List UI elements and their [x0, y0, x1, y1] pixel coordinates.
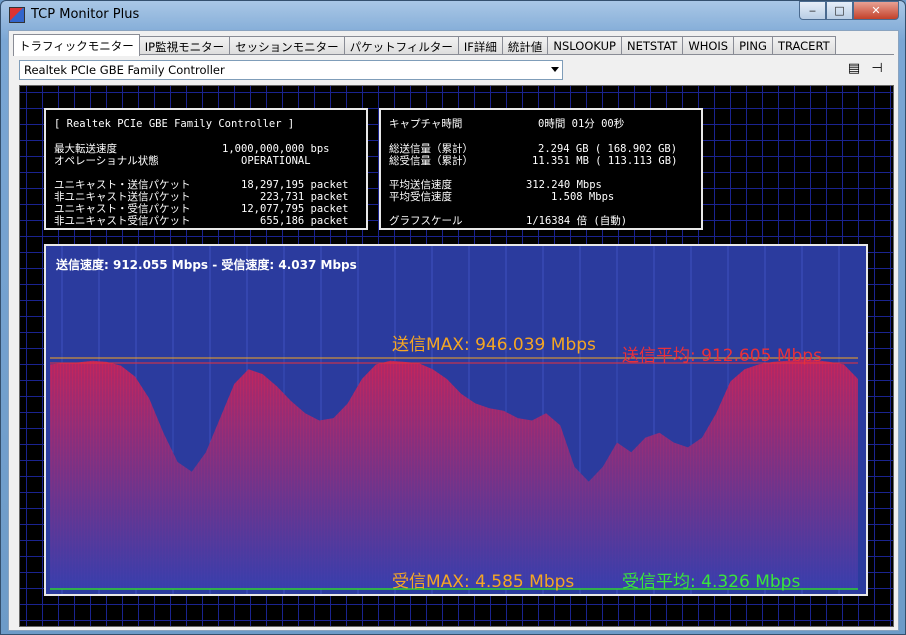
total-send-label: 総送信量（累計）	[389, 143, 473, 155]
tab-packet-filter[interactable]: パケットフィルター	[343, 36, 459, 55]
op-state-label: オペレーショナル状態	[54, 155, 159, 167]
avg-send-label: 平均送信速度	[389, 179, 452, 191]
chevron-down-icon[interactable]	[551, 67, 559, 72]
max-speed-label: 最大転送速度	[54, 143, 117, 155]
adapter-select[interactable]: Realtek PCIe GBE Family Controller	[19, 60, 563, 80]
recv-avg-label: 受信平均: 4.326 Mbps	[622, 572, 801, 592]
unicast-send-label: ユニキャスト・送信パケット	[54, 179, 191, 191]
max-speed-value: 1,000,000,000 bps	[222, 143, 330, 155]
traffic-graph: 送信速度: 912.055 Mbps - 受信速度: 4.037 Mbps 送信…	[44, 244, 868, 596]
maximize-button[interactable]: □	[826, 1, 853, 20]
tab-whois[interactable]: WHOIS	[682, 36, 735, 55]
capture-time-value: 0時間 01分 00秒	[538, 118, 625, 130]
non-unicast-send-label: 非ユニキャスト送信パケット	[54, 191, 191, 203]
tab-tracert[interactable]: TRACERT	[771, 36, 836, 55]
adapter-info-header: [ Realtek PCIe GBE Family Controller ]	[54, 118, 295, 130]
non-unicast-recv-label: 非ユニキャスト受信パケット	[54, 215, 191, 227]
total-recv-value: 11.351 MB ( 113.113 GB)	[532, 155, 678, 167]
non-unicast-send-value: 223,731 packet	[260, 191, 349, 203]
unicast-send-value: 18,297,195 packet	[241, 179, 349, 191]
total-send-value: 2.294 GB ( 168.902 GB)	[538, 143, 678, 155]
tab-statistics[interactable]: 統計値	[501, 36, 549, 55]
unicast-recv-value: 12,077,795 packet	[241, 203, 349, 215]
graph-scale-label: グラフスケール	[389, 215, 463, 227]
non-unicast-recv-value: 655,186 packet	[260, 215, 349, 227]
tab-ping[interactable]: PING	[733, 36, 773, 55]
app-icon	[9, 7, 25, 23]
graph-scale-value: 1/16384 倍 (自動)	[526, 215, 628, 227]
tab-netstat[interactable]: NETSTAT	[621, 36, 684, 55]
capture-info-box: キャプチャ時間 0時間 01分 00秒 総送信量（累計） 2.294 GB ( …	[379, 108, 703, 230]
tab-traffic-monitor[interactable]: トラフィックモニター	[13, 34, 140, 56]
avg-recv-value: 1.508 Mbps	[551, 191, 615, 203]
tab-divider	[13, 54, 894, 55]
list-icon[interactable]: ▤	[846, 62, 862, 76]
op-state-value: OPERATIONAL	[241, 155, 311, 167]
window-title: TCP Monitor Plus	[31, 7, 140, 22]
tab-session-monitor[interactable]: セッションモニター	[229, 36, 345, 55]
tab-ip-monitor[interactable]: IP監視モニター	[138, 36, 231, 55]
traffic-graph-svg	[49, 246, 858, 594]
send-avg-label: 送信平均: 912.605 Mbps	[622, 346, 822, 366]
unicast-recv-label: ユニキャスト・受信パケット	[54, 203, 191, 215]
app-window: TCP Monitor Plus ‒ □ ✕ トラフィックモニター IP監視モニ…	[0, 0, 906, 635]
adapter-select-value: Realtek PCIe GBE Family Controller	[24, 63, 225, 77]
title-bar[interactable]: TCP Monitor Plus ‒ □ ✕	[1, 1, 905, 29]
pin-icon[interactable]: ⊣	[869, 62, 885, 76]
current-rates: 送信速度: 912.055 Mbps - 受信速度: 4.037 Mbps	[56, 258, 357, 272]
tab-bar: トラフィックモニター IP監視モニター セッションモニター パケットフィルター …	[13, 34, 836, 56]
avg-recv-label: 平均受信速度	[389, 191, 452, 203]
capture-time-label: キャプチャ時間	[389, 118, 463, 130]
minimize-button[interactable]: ‒	[799, 1, 826, 20]
recv-max-label: 受信MAX: 4.585 Mbps	[392, 572, 575, 592]
adapter-info-box: [ Realtek PCIe GBE Family Controller ] 最…	[44, 108, 368, 230]
client-area: トラフィックモニター IP監視モニター セッションモニター パケットフィルター …	[8, 30, 899, 631]
tab-nslookup[interactable]: NSLOOKUP	[547, 36, 622, 55]
total-recv-label: 総受信量（累計）	[389, 155, 473, 167]
avg-send-value: 312.240 Mbps	[526, 179, 602, 191]
tab-if-detail[interactable]: IF詳細	[457, 36, 503, 55]
send-max-label: 送信MAX: 946.039 Mbps	[392, 335, 596, 355]
close-button[interactable]: ✕	[853, 1, 899, 20]
traffic-panel: [ Realtek PCIe GBE Family Controller ] 最…	[19, 85, 894, 627]
